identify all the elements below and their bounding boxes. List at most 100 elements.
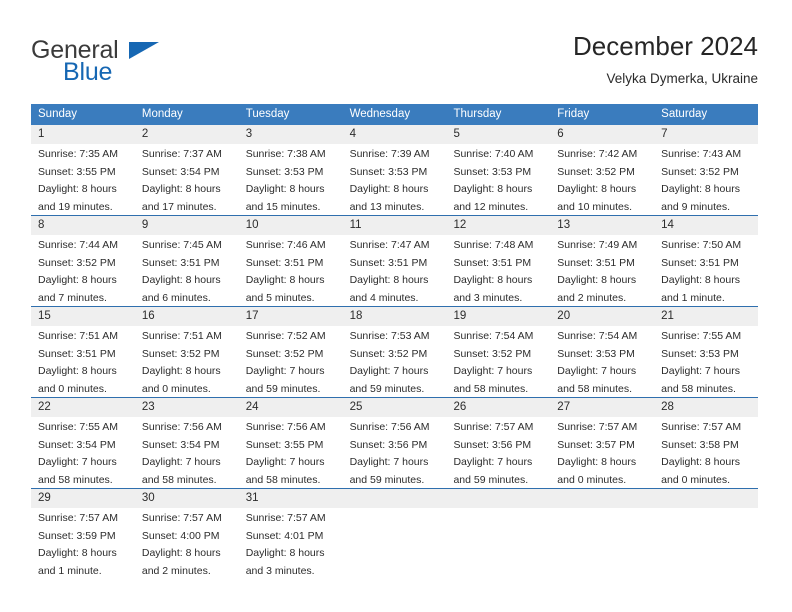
- day-cell[interactable]: 7 Sunrise: 7:43 AM Sunset: 3:52 PM Dayli…: [654, 125, 758, 215]
- daylight-text-line1: Daylight: 8 hours: [141, 365, 221, 378]
- sunset-text: Sunset: 3:56 PM: [349, 438, 428, 451]
- day-number: 5: [453, 128, 460, 140]
- sunset-text: Sunset: 3:51 PM: [661, 256, 739, 269]
- day-number: 7: [661, 128, 668, 140]
- triangle-icon: [129, 42, 159, 59]
- day-cell[interactable]: 19 Sunrise: 7:54 AM Sunset: 3:52 PM Dayl…: [446, 307, 550, 397]
- sunset-text: Sunset: 3:52 PM: [38, 256, 116, 269]
- day-number: 15: [38, 310, 51, 322]
- day-cell[interactable]: 29 Sunrise: 7:57 AM Sunset: 3:59 PM Dayl…: [31, 489, 135, 579]
- day-cell[interactable]: 21 Sunrise: 7:55 AM Sunset: 3:53 PM Dayl…: [654, 307, 758, 397]
- daylight-text-line1: Daylight: 8 hours: [38, 274, 117, 287]
- daylight-text-line1: Daylight: 8 hours: [38, 365, 117, 378]
- day-cell[interactable]: 12 Sunrise: 7:48 AM Sunset: 3:51 PM Dayl…: [446, 216, 550, 306]
- sunrise-text: Sunrise: 7:46 AM: [245, 239, 326, 251]
- daylight-text-line1: Daylight: 8 hours: [349, 183, 429, 196]
- day-cell[interactable]: 20 Sunrise: 7:54 AM Sunset: 3:53 PM Dayl…: [550, 307, 654, 397]
- day-number: 27: [557, 401, 571, 413]
- weekday-header-wednesday: Wednesday: [349, 108, 411, 120]
- day-number: 25: [349, 401, 363, 413]
- daylight-text-line2: and 0 minutes.: [557, 473, 627, 486]
- day-cell[interactable]: 2 Sunrise: 7:37 AM Sunset: 3:54 PM Dayli…: [135, 125, 239, 215]
- day-cell-empty: [654, 489, 758, 579]
- day-cell[interactable]: 13 Sunrise: 7:49 AM Sunset: 3:51 PM Dayl…: [550, 216, 654, 306]
- sunset-text: Sunset: 4:00 PM: [141, 529, 220, 542]
- daylight-text-line2: and 1 minute.: [661, 291, 725, 304]
- sunset-text: Sunset: 3:52 PM: [661, 165, 739, 178]
- day-number: 22: [38, 401, 51, 413]
- day-number: 16: [141, 310, 155, 322]
- daylight-text-line1: Daylight: 7 hours: [245, 365, 325, 378]
- daylight-text-line1: Daylight: 8 hours: [661, 274, 740, 287]
- daylight-text-line2: and 0 minutes.: [141, 382, 211, 395]
- day-cell[interactable]: 28 Sunrise: 7:57 AM Sunset: 3:58 PM Dayl…: [654, 398, 758, 488]
- sunrise-text: Sunrise: 7:57 AM: [557, 421, 638, 433]
- day-cell[interactable]: 17 Sunrise: 7:52 AM Sunset: 3:52 PM Dayl…: [239, 307, 343, 397]
- brand-logo[interactable]: General Blue: [31, 36, 271, 86]
- day-cell[interactable]: 9 Sunrise: 7:45 AM Sunset: 3:51 PM Dayli…: [135, 216, 239, 306]
- day-number: 24: [245, 401, 259, 413]
- daylight-text-line2: and 7 minutes.: [38, 291, 107, 304]
- page-subtitle: Velyka Dymerka, Ukraine: [606, 71, 758, 86]
- day-number: 1: [38, 128, 45, 140]
- daylight-text-line1: Daylight: 8 hours: [245, 183, 325, 196]
- day-cell[interactable]: 30 Sunrise: 7:57 AM Sunset: 4:00 PM Dayl…: [135, 489, 239, 579]
- daylight-text-line1: Daylight: 7 hours: [453, 456, 533, 469]
- day-number: 2: [141, 128, 149, 140]
- sunset-text: Sunset: 4:01 PM: [245, 529, 324, 542]
- day-cell[interactable]: 14 Sunrise: 7:50 AM Sunset: 3:51 PM Dayl…: [654, 216, 758, 306]
- daylight-text-line2: and 2 minutes.: [141, 564, 211, 577]
- week-row: 29 Sunrise: 7:57 AM Sunset: 3:59 PM Dayl…: [31, 488, 758, 579]
- daylight-text-line2: and 58 minutes.: [661, 382, 736, 395]
- day-cell[interactable]: 3 Sunrise: 7:38 AM Sunset: 3:53 PM Dayli…: [239, 125, 343, 215]
- day-number: 13: [557, 219, 571, 231]
- day-cell[interactable]: 15 Sunrise: 7:51 AM Sunset: 3:51 PM Dayl…: [31, 307, 135, 397]
- sunset-text: Sunset: 3:59 PM: [38, 529, 116, 542]
- daylight-text-line2: and 2 minutes.: [557, 291, 627, 304]
- day-number: 28: [661, 401, 674, 413]
- day-cell[interactable]: 6 Sunrise: 7:42 AM Sunset: 3:52 PM Dayli…: [550, 125, 654, 215]
- daylight-text-line2: and 19 minutes.: [38, 200, 113, 213]
- day-cell[interactable]: 16 Sunrise: 7:51 AM Sunset: 3:52 PM Dayl…: [135, 307, 239, 397]
- day-cell[interactable]: 26 Sunrise: 7:57 AM Sunset: 3:56 PM Dayl…: [446, 398, 550, 488]
- sunrise-text: Sunrise: 7:47 AM: [349, 239, 430, 251]
- sunset-text: Sunset: 3:52 PM: [557, 165, 635, 178]
- day-number: 30: [141, 492, 155, 504]
- day-cell[interactable]: 4 Sunrise: 7:39 AM Sunset: 3:53 PM Dayli…: [343, 125, 447, 215]
- sunset-text: Sunset: 3:53 PM: [349, 165, 428, 178]
- day-cell[interactable]: 11 Sunrise: 7:47 AM Sunset: 3:51 PM Dayl…: [343, 216, 447, 306]
- day-cell[interactable]: 23 Sunrise: 7:56 AM Sunset: 3:54 PM Dayl…: [135, 398, 239, 488]
- weekday-header-row: Sunday Monday Tuesday Wednesday Thursday…: [31, 104, 758, 125]
- daylight-text-line1: Daylight: 8 hours: [557, 183, 637, 196]
- sunset-text: Sunset: 3:52 PM: [141, 347, 220, 360]
- day-cell[interactable]: 10 Sunrise: 7:46 AM Sunset: 3:51 PM Dayl…: [239, 216, 343, 306]
- sunrise-text: Sunrise: 7:57 AM: [38, 512, 118, 524]
- day-number: 10: [245, 219, 259, 231]
- day-number: 21: [661, 310, 674, 322]
- day-number: 29: [38, 492, 51, 504]
- sunrise-text: Sunrise: 7:40 AM: [453, 148, 534, 160]
- daylight-text-line1: Daylight: 7 hours: [453, 365, 533, 378]
- daylight-text-line2: and 3 minutes.: [453, 291, 523, 304]
- day-cell[interactable]: 25 Sunrise: 7:56 AM Sunset: 3:56 PM Dayl…: [343, 398, 447, 488]
- sunrise-text: Sunrise: 7:48 AM: [453, 239, 534, 251]
- sunset-text: Sunset: 3:53 PM: [453, 165, 532, 178]
- sunset-text: Sunset: 3:58 PM: [661, 438, 739, 451]
- daylight-text-line2: and 5 minutes.: [245, 291, 315, 304]
- daylight-text-line1: Daylight: 8 hours: [245, 547, 325, 560]
- page-header: General Blue December 2024 Velyka Dymerk…: [0, 0, 792, 104]
- sunset-text: Sunset: 3:54 PM: [38, 438, 116, 451]
- daylight-text-line2: and 6 minutes.: [141, 291, 211, 304]
- sunrise-text: Sunrise: 7:51 AM: [141, 330, 222, 342]
- day-cell[interactable]: 1 Sunrise: 7:35 AM Sunset: 3:55 PM Dayli…: [31, 125, 135, 215]
- sunrise-text: Sunrise: 7:53 AM: [349, 330, 430, 342]
- day-cell[interactable]: 5 Sunrise: 7:40 AM Sunset: 3:53 PM Dayli…: [446, 125, 550, 215]
- day-cell[interactable]: 31 Sunrise: 7:57 AM Sunset: 4:01 PM Dayl…: [239, 489, 343, 579]
- day-cell[interactable]: 24 Sunrise: 7:56 AM Sunset: 3:55 PM Dayl…: [239, 398, 343, 488]
- day-number: 4: [349, 128, 356, 140]
- day-cell[interactable]: 22 Sunrise: 7:55 AM Sunset: 3:54 PM Dayl…: [31, 398, 135, 488]
- day-cell[interactable]: 8 Sunrise: 7:44 AM Sunset: 3:52 PM Dayli…: [31, 216, 135, 306]
- day-cell[interactable]: 27 Sunrise: 7:57 AM Sunset: 3:57 PM Dayl…: [550, 398, 654, 488]
- day-cell[interactable]: 18 Sunrise: 7:53 AM Sunset: 3:52 PM Dayl…: [343, 307, 447, 397]
- daylight-text-line2: and 1 minute.: [38, 564, 102, 577]
